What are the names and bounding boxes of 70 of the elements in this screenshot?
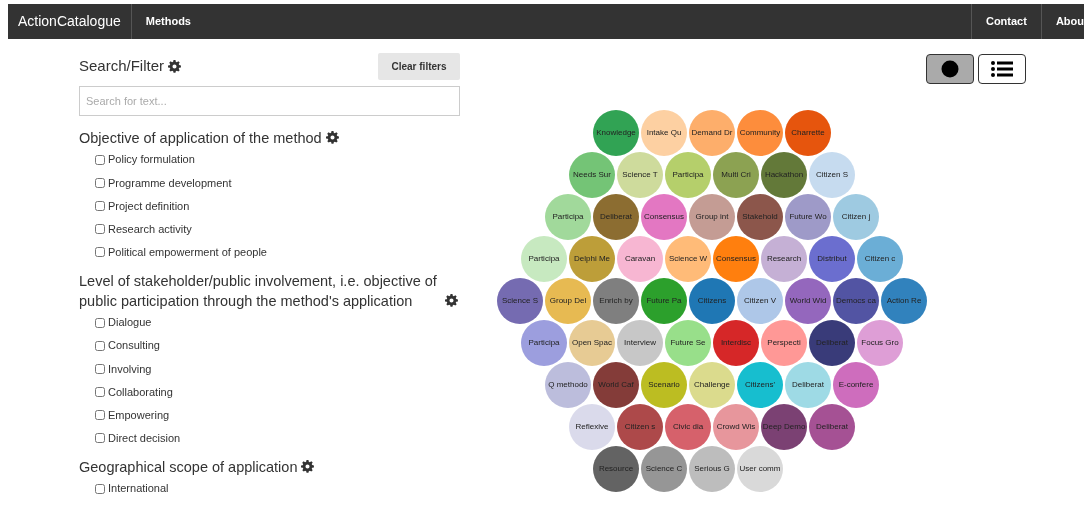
checkbox-label: Programme development	[108, 175, 232, 191]
bubble[interactable]: Demand Dr	[689, 110, 735, 156]
bubble[interactable]: Perspecti	[761, 320, 807, 366]
section-title: Level of stakeholder/public involvement, i.e. objective of public participation through the method's application	[79, 271, 438, 311]
checkbox-label: Involving	[108, 361, 152, 377]
bubble[interactable]: Participa	[665, 152, 711, 198]
bubble[interactable]: Focus Gro	[857, 320, 903, 366]
checkbox-label: Political empowerment of people	[108, 245, 267, 261]
bubble[interactable]: Participa	[545, 194, 591, 240]
bubble[interactable]: Q methodo	[545, 362, 591, 408]
bubble[interactable]: Knowledge	[593, 110, 639, 156]
nav-link[interactable]: Contact	[970, 4, 1041, 39]
bubble[interactable]: Consensus	[641, 194, 687, 240]
bubble[interactable]: Science C	[641, 446, 687, 492]
checkbox-label: Direct decision	[108, 431, 181, 447]
clear-filters-button[interactable]: Clear filters	[378, 53, 460, 80]
bubble[interactable]: Future Se	[665, 320, 711, 366]
nav-link[interactable]: Methods	[131, 4, 205, 39]
bubble[interactable]: Citizen j	[833, 194, 879, 240]
bubble[interactable]: Crowd Wis	[713, 404, 759, 450]
bubble[interactable]: Caravan	[617, 236, 663, 282]
checkbox-label: Policy formulation	[108, 152, 195, 168]
bubble[interactable]: World Wid	[785, 278, 831, 324]
bubble[interactable]: Consensus	[713, 236, 759, 282]
checkbox-label: International	[108, 481, 169, 497]
bubble[interactable]: Civic dia	[665, 404, 711, 450]
bubble[interactable]: Distribut	[809, 236, 855, 282]
bubble[interactable]: Science T	[617, 152, 663, 198]
bubble[interactable]: Enrich by	[593, 278, 639, 324]
bubble[interactable]: Intake Qu	[641, 110, 687, 156]
checkbox-label: Consulting	[108, 338, 160, 354]
section-title: Geographical scope of application	[79, 458, 298, 478]
checkbox-label: Project definition	[108, 198, 190, 214]
bubble[interactable]: Charrette	[785, 110, 831, 156]
checkbox-label: Research activity	[108, 221, 192, 237]
bubble[interactable]: Future Pa	[641, 278, 687, 324]
checkbox-label: Dialogue	[108, 315, 152, 331]
bubble[interactable]: Delphi Me	[569, 236, 615, 282]
bubble[interactable]: Group int	[689, 194, 735, 240]
bubble[interactable]: Reflexive	[569, 404, 615, 450]
bubble[interactable]: Interview	[617, 320, 663, 366]
bubble[interactable]: Multi Cri	[713, 152, 759, 198]
bubble[interactable]: Participa	[521, 320, 567, 366]
bubble[interactable]: Research	[761, 236, 807, 282]
bubble[interactable]: Participa	[521, 236, 567, 282]
bubble[interactable]: Deliberat	[785, 362, 831, 408]
section-title: Objective of application of the method	[79, 129, 322, 148]
bubble[interactable]: Serious G	[689, 446, 735, 492]
bubble[interactable]: Open Spac	[569, 320, 615, 366]
bubble[interactable]: User comm	[737, 446, 783, 492]
search-field[interactable]: Search for text...	[79, 86, 460, 116]
nav-link[interactable]: Abou	[1040, 4, 1084, 39]
section-title: Search/Filter	[79, 56, 165, 77]
bubble[interactable]: E-confere	[833, 362, 879, 408]
bubble[interactable]: Needs Sur	[569, 152, 615, 198]
bubble[interactable]: Community	[737, 110, 783, 156]
bubble[interactable]: Science S	[497, 278, 543, 324]
bubble[interactable]: Citizen V	[737, 278, 783, 324]
bubble[interactable]: Citizen S	[809, 152, 855, 198]
bubble[interactable]: Citizen c	[857, 236, 903, 282]
bubble[interactable]: Action Re	[881, 278, 927, 324]
bubble[interactable]: Challenge	[689, 362, 735, 408]
checkbox-label: Empowering	[108, 408, 170, 424]
checkbox-label: Collaborating	[108, 384, 173, 400]
bubble[interactable]: Future Wo	[785, 194, 831, 240]
bubble[interactable]: Group Del	[545, 278, 591, 324]
bubble[interactable]: Citizens'	[737, 362, 783, 408]
brand-link[interactable]: ActionCatalogue	[8, 4, 132, 39]
bubble[interactable]: Scenario	[641, 362, 687, 408]
bubble[interactable]: Science W	[665, 236, 711, 282]
